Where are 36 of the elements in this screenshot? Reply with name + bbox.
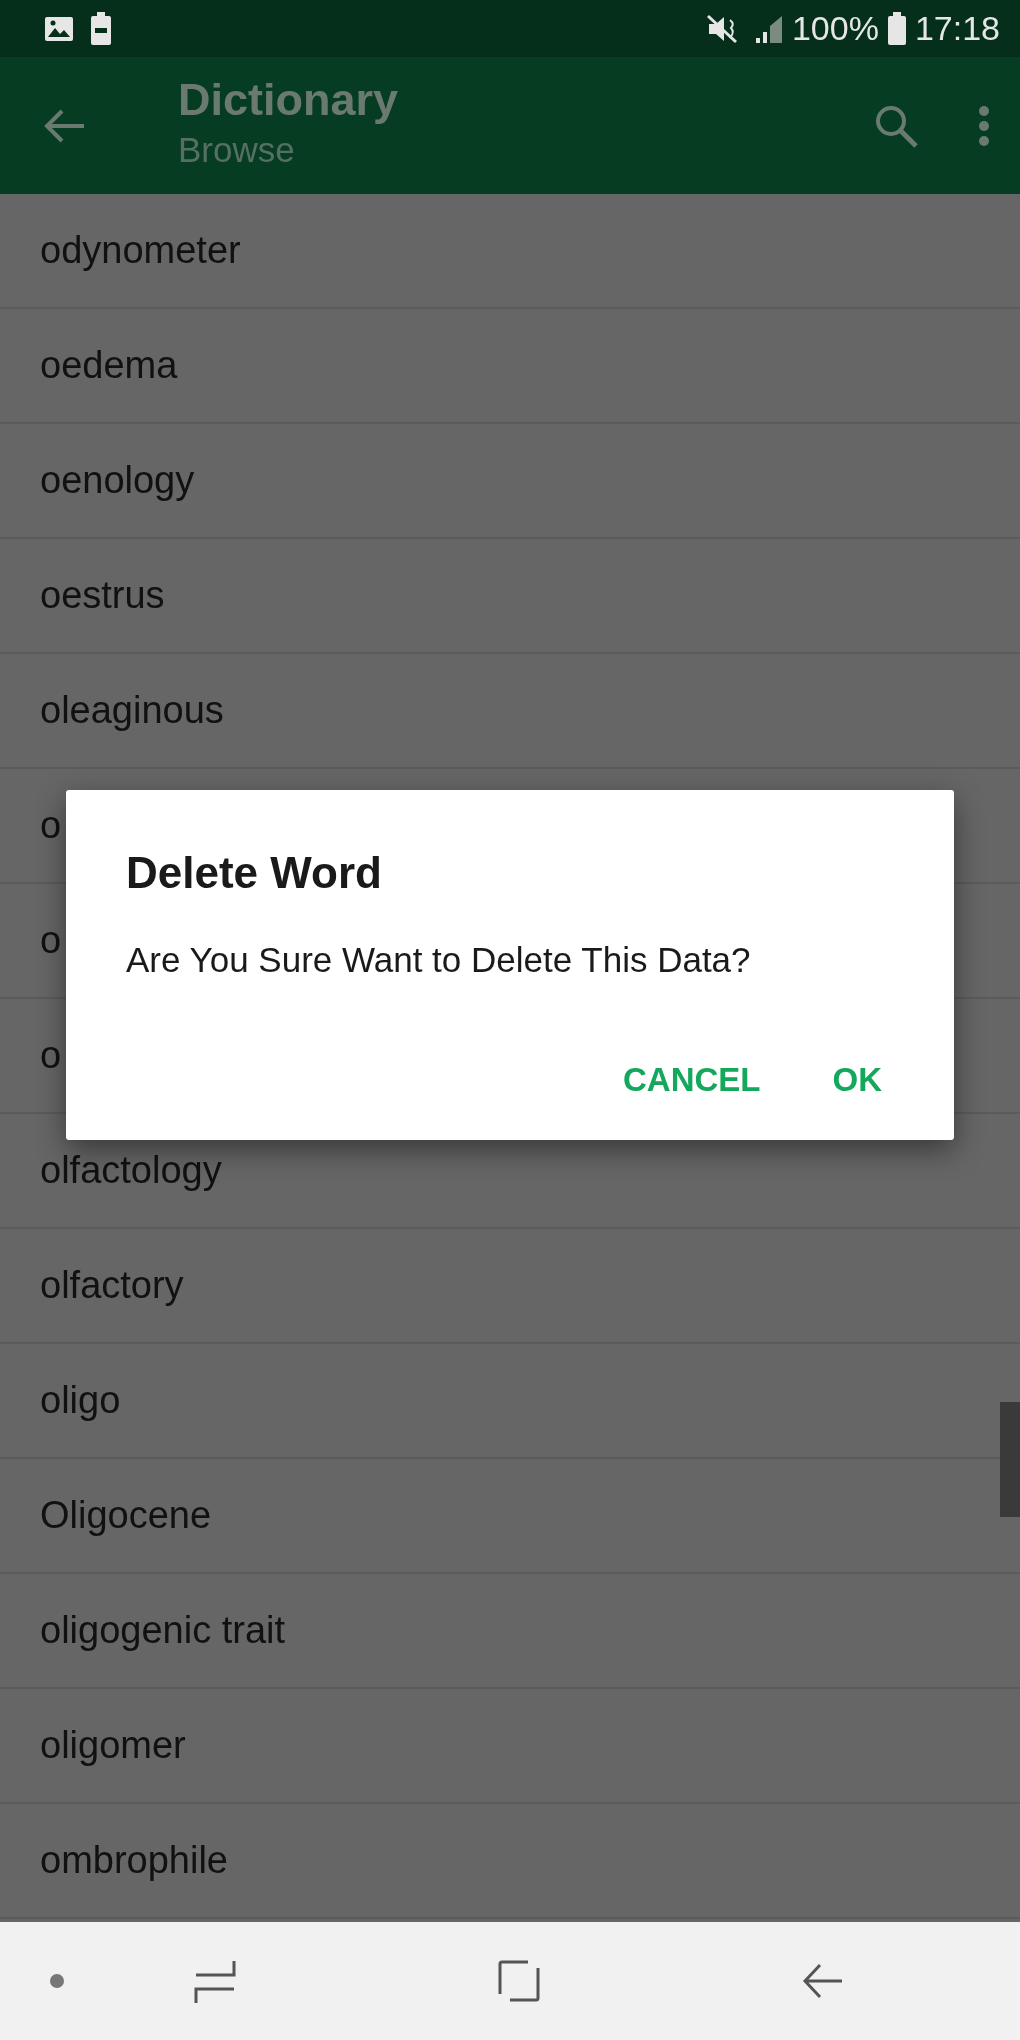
word-item[interactable]: o [40, 797, 62, 854]
word-item[interactable]: olfactory [40, 1257, 184, 1314]
word-item[interactable]: oedema [40, 337, 178, 394]
battery-percent: 100% [791, 8, 879, 49]
dialog-button[interactable]: CANCEL [611, 1048, 773, 1110]
dot-icon[interactable] [50, 1974, 64, 1988]
word-item[interactable]: oleaginous [40, 682, 224, 739]
more-options-icon[interactable] [978, 105, 990, 146]
word-item[interactable]: oligomer [40, 1717, 186, 1774]
back-icon[interactable] [802, 1963, 844, 1999]
search-icon[interactable] [874, 103, 918, 148]
back-arrow-icon[interactable] [44, 107, 86, 144]
battery-saver-icon [90, 11, 112, 46]
word-item[interactable]: o [40, 912, 62, 969]
app-title: Dictionary [178, 74, 400, 124]
word-item[interactable]: oenology [40, 452, 195, 509]
recent-apps-icon[interactable] [194, 1959, 236, 2003]
mute-icon [705, 13, 740, 44]
image-icon [44, 15, 74, 42]
word-item[interactable]: Oligocene [40, 1487, 212, 1544]
signal-icon [753, 13, 784, 44]
dialog-title: Delete Word [126, 847, 383, 899]
word-item[interactable]: olfactology [40, 1142, 222, 1199]
word-item[interactable]: ombrophile [40, 1832, 228, 1889]
dialog-message: Are You Sure Want to Delete This Data? [126, 939, 752, 981]
word-item[interactable]: oestrus [40, 567, 165, 624]
app-subtitle: Browse [178, 129, 296, 171]
word-item[interactable]: oligo [40, 1372, 121, 1429]
scrollbar-thumb[interactable] [1000, 1402, 1020, 1517]
word-item[interactable]: odynometer [40, 222, 241, 279]
word-item[interactable]: oligogenic trait [40, 1602, 286, 1659]
clock: 17:18 [914, 8, 1000, 49]
word-item[interactable]: o [40, 1027, 62, 1084]
home-icon[interactable] [498, 1960, 540, 2002]
battery-icon [886, 11, 907, 46]
dialog-button[interactable]: OK [820, 1048, 894, 1110]
